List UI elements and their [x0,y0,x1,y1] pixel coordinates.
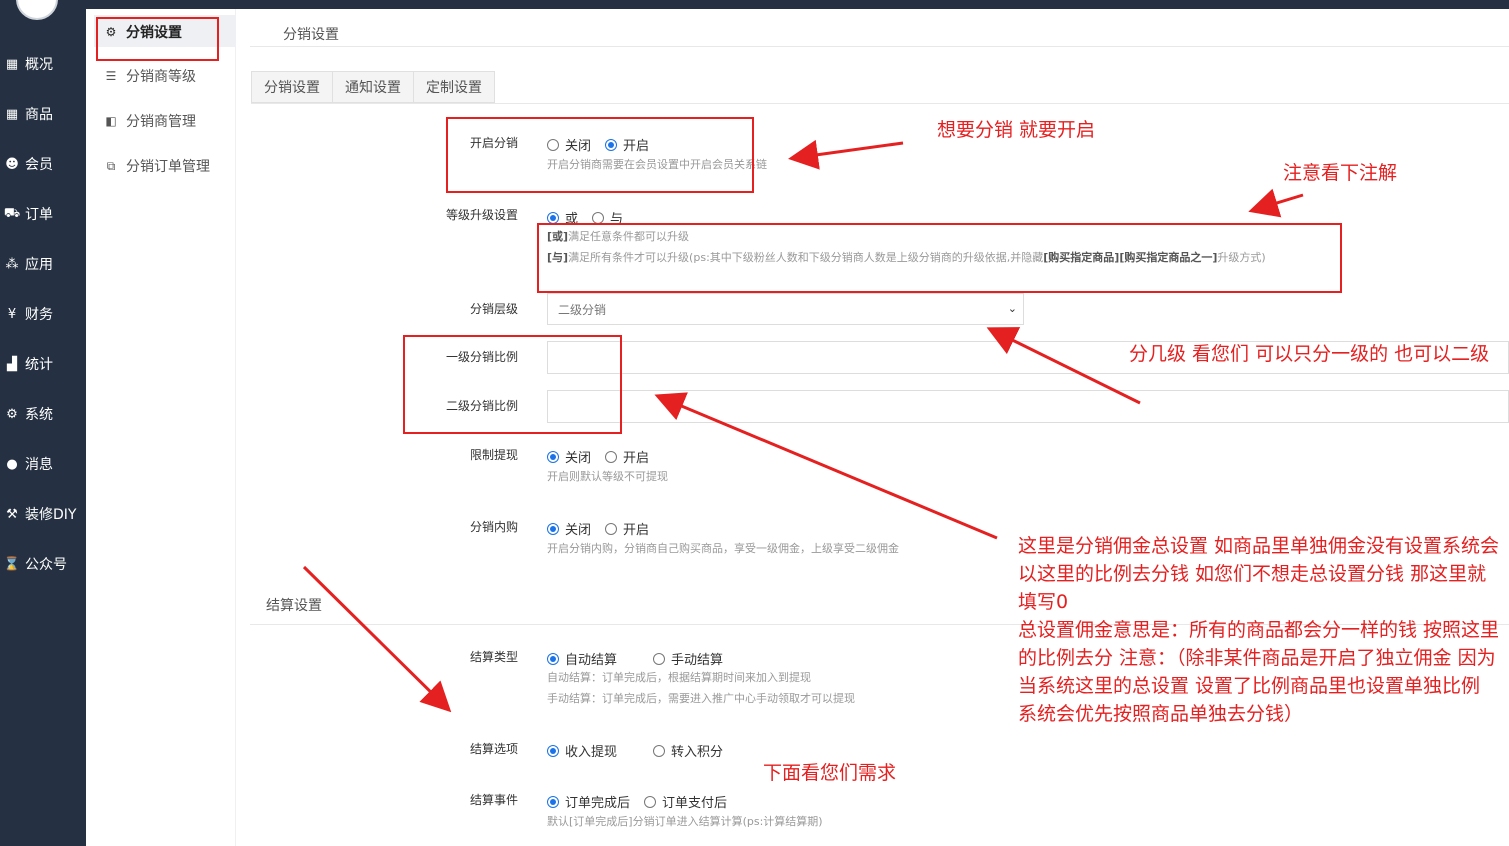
nav-item-overview[interactable]: ▦ 概况 [0,49,86,79]
radio-button[interactable] [605,450,618,463]
settle-option-radios: 收入提现 转入积分 [547,741,737,760]
logo [16,0,58,20]
radio-button-selected[interactable] [547,795,559,808]
chat-icon: ● [6,456,18,472]
divider [251,103,1509,104]
settle-event-help: 默认[订单完成后]分销订单进入结算计算(ps:计算结算期) [547,815,823,828]
nav-item-system[interactable]: ⚙ 系统 [0,399,86,429]
annotation-upgrade-note: 注意看下注解 [1283,162,1398,184]
levels-label: 分销层级 [469,302,518,316]
settle-points-option[interactable]: 转入积分 [653,741,723,760]
settle-option-label: 结算选项 [469,742,518,756]
nav-item-messages[interactable]: ● 消息 [0,449,86,479]
tab-custom-settings[interactable]: 定制设置 [414,72,494,102]
settle-type-help-auto: 自动结算：订单完成后，根据结算期时间来加入到提现 [547,671,811,684]
radio-button-selected[interactable] [547,744,559,757]
upgrade-setting-label: 等级升级设置 [445,208,518,222]
withdraw-off-option[interactable]: 关闭 [547,447,591,466]
annotation-box-upgrade-help [537,223,1342,293]
gavel-icon: ⚒ [6,506,18,522]
radio-button-selected[interactable] [547,450,559,463]
annotation-box-enable [446,117,754,193]
inner-buy-on-option[interactable]: 开启 [605,519,649,538]
radio-button-selected[interactable] [547,522,559,535]
inner-buy-radios: 关闭 开启 [547,519,663,538]
settle-type-label: 结算类型 [469,650,518,664]
radio-button-selected[interactable] [547,652,559,665]
settle-type-help-manual: 手动结算：订单完成后，需要进入推广中心手动领取才可以提现 [547,692,855,705]
radio-button-selected[interactable] [547,211,559,224]
top-bar [236,0,1509,9]
settle-manual-option[interactable]: 手动结算 [653,649,723,668]
users-icon: ☻ [5,156,19,172]
nav-item-wechat[interactable]: ⌛ 公众号 [0,549,86,579]
share-icon: ◧ [105,114,117,128]
tab-distribution-settings[interactable]: 分销设置 [252,72,333,102]
bar-chart-icon: ▟ [7,356,17,372]
settle-event-complete-option[interactable]: 订单完成后 [547,792,630,811]
nav-item-diy[interactable]: ⚒ 装修DIY [0,499,86,529]
cart-icon: ⛟ [3,205,21,221]
submenu-item-distribution-orders[interactable]: ⧉ 分销订单管理 [104,154,210,178]
settle-event-label: 结算事件 [469,793,518,807]
settle-event-radios: 订单完成后 订单支付后 [547,792,741,811]
settle-withdraw-option[interactable]: 收入提现 [547,741,617,760]
cogs-icon: ⚙ [6,406,18,422]
cubes-icon: ⁂ [5,256,19,272]
hourglass-icon: ⌛ [3,556,21,572]
levels-select[interactable]: 二级分销 ⌄ [547,293,1024,325]
nav-item-orders[interactable]: ⛟ 订单 [0,199,86,229]
arrow [1248,188,1304,218]
nav-item-stats[interactable]: ▟ 统计 [0,349,86,379]
settle-type-radios: 自动结算 手动结算 [547,649,737,668]
sliders-icon: ☰ [105,69,117,83]
page-title: 分销设置 [283,27,339,43]
nav-item-apps[interactable]: ⁂ 应用 [0,249,86,279]
inner-buy-off-option[interactable]: 关闭 [547,519,591,538]
yen-icon: ¥ [7,306,17,322]
calendar-icon: ▦ [5,56,19,72]
radio-button[interactable] [653,744,666,757]
annotation-ratio-note: 这里是分销佣金总设置 如商品里单独佣金没有设置系统会以这里的比例去分钱 如您们不… [1018,535,1500,725]
arrow [788,139,904,170]
copy-icon: ⧉ [106,158,116,173]
nav-item-members[interactable]: ☻ 会员 [0,149,86,179]
nav-item-goods[interactable]: ▦ 商品 [0,99,86,129]
calendar-icon: ▦ [5,106,19,122]
main-sidebar: ▦ 概况 ▦ 商品 ☻ 会员 ⛟ 订单 ⁂ 应用 ¥ 财务 ▟ 统计 ⚙ 系统 ● 消息 ⚒ 装修D… [0,0,86,846]
tab-notification-settings[interactable]: 通知设置 [333,72,414,102]
radio-button[interactable] [592,211,605,224]
annotation-enable-note: 想要分销 就要开启 [937,119,1096,141]
withdraw-limit-help: 开启则默认等级不可提现 [547,470,668,483]
settle-event-paid-option[interactable]: 订单支付后 [644,792,727,811]
tab-bar: 分销设置 通知设置 定制设置 [251,71,495,103]
inner-buy-label: 分销内购 [469,520,518,534]
select: 二级分销 [558,302,607,317]
secondary-menu: ⚙ 分销设置 ☰ 分销商等级 ◧ 分销商管理 ⧉ 分销订单管理 [86,0,236,846]
nav-item-finance[interactable]: ¥ 财务 [0,299,86,329]
chevron-down-icon: ⌄ [1007,302,1017,315]
withdraw-on-option[interactable]: 开启 [605,447,649,466]
arrow [302,565,452,713]
radio-button[interactable] [644,795,657,808]
radio-button[interactable] [653,652,666,665]
withdraw-limit-label: 限制提现 [469,448,518,462]
annotation-box-ratios [403,335,622,434]
submenu-item-distributor-management[interactable]: ◧ 分销商管理 [104,109,196,133]
settlement-section-title: 结算设置 [266,598,322,614]
submenu-item-distributor-levels[interactable]: ☰ 分销商等级 [104,64,196,88]
annotation-settle-note: 下面看您们需求 [763,762,897,784]
annotation-box-submenu [96,17,219,61]
divider [250,46,1509,47]
top-bar [86,0,236,9]
inner-buy-help: 开启分销内购，分销商自己购买商品，享受一级佣金，上级享受二级佣金 [547,542,899,555]
radio-button[interactable] [605,522,618,535]
settle-auto-option[interactable]: 自动结算 [547,649,617,668]
annotation-levels-note: 分几级 看您们 可以只分一级的 也可以二级 [1129,343,1490,365]
withdraw-limit-radios: 关闭 开启 [547,447,663,466]
level2-ratio-input[interactable] [547,390,1509,423]
